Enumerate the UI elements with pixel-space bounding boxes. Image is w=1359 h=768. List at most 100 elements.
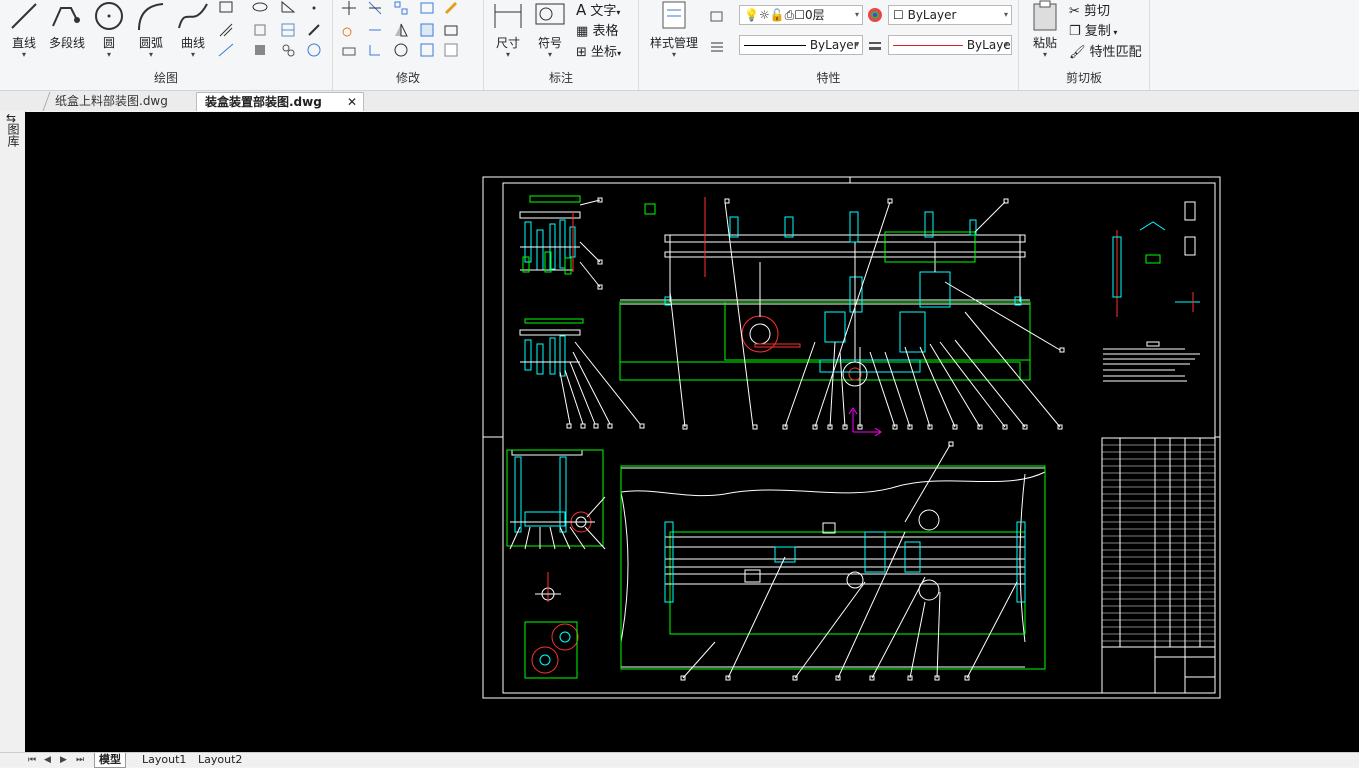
polyline-button[interactable]: 多段线 — [44, 0, 90, 51]
point-icon[interactable] — [306, 0, 322, 16]
mirror-icon[interactable] — [393, 22, 409, 38]
dimension-button[interactable]: 尺寸 ▾ — [490, 0, 526, 59]
explode-icon[interactable] — [419, 42, 435, 58]
offset-icon[interactable] — [419, 0, 435, 16]
table-grid-icon[interactable] — [280, 22, 296, 38]
first-layout-arrow-icon[interactable]: ⏮ — [28, 753, 36, 767]
revcloud-icon[interactable] — [306, 42, 322, 58]
style-manager-button[interactable]: 样式管理 ▾ — [643, 0, 705, 59]
erase-icon[interactable] — [443, 22, 459, 38]
polyline-icon — [52, 7, 80, 27]
lock-icon: 🔓 — [769, 8, 785, 22]
next-layout-arrow-icon[interactable]: ▶ — [60, 753, 67, 767]
color-dropdown[interactable]: ☐ ByLayer ▾ — [888, 5, 1012, 25]
chevron-down-icon: ▾ — [1003, 40, 1008, 49]
chevron-down-icon: ▾ — [148, 50, 153, 59]
linetype-dropdown[interactable]: ByLayer ▾ — [739, 35, 863, 55]
symbol-icon — [535, 3, 565, 25]
linetype-list-icon[interactable] — [709, 38, 725, 54]
text-icon: A — [576, 1, 587, 19]
copy-object-icon[interactable] — [341, 22, 357, 38]
cut-label: 剪切 — [1084, 4, 1111, 19]
angle-icon[interactable] — [280, 0, 296, 16]
scissors-icon: ✂ — [1069, 4, 1080, 19]
arrow-icon[interactable] — [306, 22, 322, 38]
copy-label: 复制 — [1084, 24, 1111, 39]
ellipse-icon[interactable] — [252, 0, 268, 16]
extend-icon[interactable] — [367, 22, 383, 38]
pencil-icon[interactable] — [443, 0, 459, 16]
properties-edit-icon[interactable] — [443, 42, 459, 58]
color-value: ByLayer — [907, 8, 957, 22]
trim-icon[interactable] — [367, 0, 383, 16]
linetype-value: ByLayer — [809, 38, 859, 52]
arc-button[interactable]: 圆弧 ▾ — [132, 0, 170, 59]
dimension-icon — [494, 4, 522, 28]
array-icon[interactable] — [393, 0, 409, 16]
lineweight-icon[interactable] — [867, 38, 883, 54]
properties-panel-title: 特性 — [816, 71, 841, 85]
tab-document-2[interactable]: 装盒装置部装图.dwg ✕ — [196, 92, 364, 111]
annotate-panel: 尺寸 ▾ 符号 ▾ A 文字▾ ▦ 表格 ⊞ 坐标▾ 标注 — [484, 0, 639, 90]
color-wheel-icon[interactable] — [867, 7, 883, 23]
lineweight-dropdown[interactable]: ByLaye ▾ — [888, 35, 1012, 55]
chevron-down-icon: ▾ — [547, 50, 552, 59]
spline-icon — [178, 3, 208, 29]
circle-button[interactable]: 圆 ▾ — [92, 0, 126, 59]
text-label: 文字 — [590, 4, 617, 19]
wipeout-icon[interactable] — [280, 42, 296, 58]
draw-panel: 直线 ▾ 多段线 圆 ▾ 圆弧 ▾ 曲线 ▾ 绘图 — [0, 0, 333, 90]
color-swatch: ☐ — [893, 8, 904, 22]
library-tab[interactable]: 图库 — [5, 123, 20, 147]
scale-icon[interactable] — [419, 22, 435, 38]
chevron-down-icon: ▾ — [190, 50, 195, 59]
arc-label: 圆弧 — [138, 36, 163, 50]
text-button[interactable]: A 文字▾ — [576, 0, 620, 19]
layer-states-icon[interactable] — [709, 8, 725, 24]
tab-layout2[interactable]: Layout2 — [194, 753, 246, 767]
block-icon[interactable] — [252, 42, 268, 58]
clipboard-panel: 粘贴 ▾ ✂ 剪切 ❐ 复制 ▾ 🖌 特性匹配 剪切板 — [1019, 0, 1150, 90]
line-icon — [11, 3, 37, 29]
match-properties-button[interactable]: 🖌 特性匹配 — [1069, 41, 1142, 60]
close-icon[interactable]: ✕ — [347, 93, 357, 112]
layer-color-swatch: ☐ — [794, 8, 806, 22]
fillet-icon[interactable] — [367, 42, 383, 58]
symbol-button[interactable]: 符号 ▾ — [532, 0, 568, 59]
last-layout-arrow-icon[interactable]: ⏭ — [76, 753, 84, 767]
side-view-bottom-left — [506, 449, 606, 679]
curve-label: 曲线 — [180, 36, 205, 50]
copy-button[interactable]: ❐ 复制 ▾ — [1069, 20, 1117, 39]
curve-button[interactable]: 曲线 ▾ — [174, 0, 212, 59]
layer-dropdown[interactable]: 💡☼🔓⎙☐0层 ▾ — [739, 5, 863, 25]
table-button[interactable]: ▦ 表格 — [576, 20, 618, 39]
chevron-down-icon: ▾ — [106, 50, 111, 59]
prev-layout-arrow-icon[interactable]: ◀ — [44, 753, 51, 767]
parts-list-rows — [1102, 444, 1215, 642]
cad-drawing — [482, 176, 1221, 699]
arc-icon — [138, 3, 164, 31]
brush-icon: 🖌 — [1069, 45, 1086, 60]
chevron-down-icon: ▾ — [671, 50, 676, 59]
line-button[interactable]: 直线 ▾ — [6, 0, 42, 59]
stretch-icon[interactable] — [341, 42, 357, 58]
sun-icon: ☼ — [758, 8, 770, 22]
cut-button[interactable]: ✂ 剪切 — [1069, 0, 1110, 19]
construction-line-icon[interactable] — [218, 42, 234, 58]
lightbulb-icon: 💡 — [744, 8, 759, 22]
region-icon[interactable] — [252, 22, 268, 38]
move-icon[interactable] — [341, 0, 357, 16]
paste-button[interactable]: 粘贴 ▾ — [1027, 0, 1063, 59]
drawing-canvas[interactable] — [25, 112, 1359, 752]
copy-icon: ❐ — [1069, 24, 1081, 39]
annotate-panel-title: 标注 — [548, 71, 573, 85]
chevron-down-icon: ▾ — [1003, 10, 1008, 19]
hatch-icon[interactable] — [218, 22, 234, 38]
tab-document-1[interactable]: 纸盒上料部装图.dwg — [42, 92, 190, 111]
chevron-down-icon: ▾ — [1042, 50, 1047, 59]
tab-layout1[interactable]: Layout1 — [138, 753, 190, 767]
coordinate-button[interactable]: ⊞ 坐标▾ — [576, 41, 621, 60]
rectangle-icon[interactable] — [218, 0, 234, 16]
front-view-main — [619, 197, 1065, 437]
rotate-icon[interactable] — [393, 42, 409, 58]
